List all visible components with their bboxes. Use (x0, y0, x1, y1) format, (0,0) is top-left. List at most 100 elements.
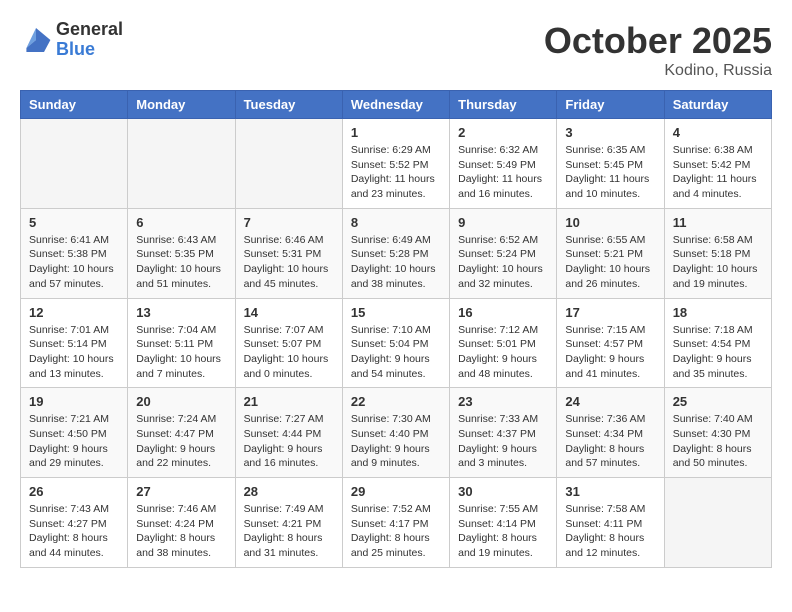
calendar-cell: 29Sunrise: 7:52 AM Sunset: 4:17 PM Dayli… (342, 478, 449, 568)
day-info: Sunrise: 6:58 AM Sunset: 5:18 PM Dayligh… (673, 233, 763, 292)
day-info: Sunrise: 7:24 AM Sunset: 4:47 PM Dayligh… (136, 412, 226, 471)
day-info: Sunrise: 6:49 AM Sunset: 5:28 PM Dayligh… (351, 233, 441, 292)
weekday-header: Saturday (664, 91, 771, 119)
title-block: October 2025 Kodino, Russia (544, 20, 772, 80)
day-info: Sunrise: 6:29 AM Sunset: 5:52 PM Dayligh… (351, 143, 441, 202)
day-info: Sunrise: 7:27 AM Sunset: 4:44 PM Dayligh… (244, 412, 334, 471)
day-number: 17 (565, 305, 655, 320)
day-number: 30 (458, 484, 548, 499)
weekday-header: Thursday (450, 91, 557, 119)
calendar-week-row: 19 Sunrise: 7:21 AM Sunset: 4:50 PM Dayli… (21, 388, 772, 478)
day-info: Sunrise: 7:21 AM Sunset: 4:50 PM Dayligh… (29, 412, 119, 471)
calendar-cell: 14 Sunrise: 7:07 AM Sunset: 5:07 PM Dayli… (235, 298, 342, 388)
calendar-table: SundayMondayTuesdayWednesdayThursdayFrid… (20, 90, 772, 568)
day-number: 25 (673, 394, 763, 409)
day-number: 16 (458, 305, 548, 320)
day-info: Sunrise: 7:36 AM Sunset: 4:34 PM Dayligh… (565, 412, 655, 471)
day-number: 6 (136, 215, 226, 230)
day-info: Sunrise: 7:55 AM Sunset: 4:14 PM Dayligh… (458, 502, 548, 561)
calendar-cell (664, 478, 771, 568)
calendar-cell: 11 Sunrise: 6:58 AM Sunset: 5:18 PM Dayli… (664, 208, 771, 298)
logo-icon (20, 24, 52, 56)
calendar-cell: 24 Sunrise: 7:36 AM Sunset: 4:34 PM Dayli… (557, 388, 664, 478)
day-number: 7 (244, 215, 334, 230)
calendar-cell (235, 119, 342, 209)
day-info: Sunrise: 6:52 AM Sunset: 5:24 PM Dayligh… (458, 233, 548, 292)
day-number: 14 (244, 305, 334, 320)
day-number: 31 (565, 484, 655, 499)
calendar-cell: 22Sunrise: 7:30 AM Sunset: 4:40 PM Dayli… (342, 388, 449, 478)
calendar-cell: 15Sunrise: 7:10 AM Sunset: 5:04 PM Dayli… (342, 298, 449, 388)
day-info: Sunrise: 7:33 AM Sunset: 4:37 PM Dayligh… (458, 412, 548, 471)
calendar-cell: 28 Sunrise: 7:49 AM Sunset: 4:21 PM Dayli… (235, 478, 342, 568)
calendar-cell (128, 119, 235, 209)
day-number: 18 (673, 305, 763, 320)
day-info: Sunrise: 7:01 AM Sunset: 5:14 PM Dayligh… (29, 323, 119, 382)
day-number: 2 (458, 125, 548, 140)
calendar-cell: 16 Sunrise: 7:12 AM Sunset: 5:01 PM Dayli… (450, 298, 557, 388)
weekday-header: Tuesday (235, 91, 342, 119)
weekday-header-row: SundayMondayTuesdayWednesdayThursdayFrid… (21, 91, 772, 119)
logo-general: General (56, 20, 123, 40)
day-number: 11 (673, 215, 763, 230)
calendar-cell: 7Sunrise: 6:46 AM Sunset: 5:31 PM Daylig… (235, 208, 342, 298)
day-number: 10 (565, 215, 655, 230)
calendar-cell: 12 Sunrise: 7:01 AM Sunset: 5:14 PM Dayli… (21, 298, 128, 388)
calendar-cell: 25 Sunrise: 7:40 AM Sunset: 4:30 PM Dayli… (664, 388, 771, 478)
day-number: 26 (29, 484, 119, 499)
day-info: Sunrise: 6:35 AM Sunset: 5:45 PM Dayligh… (565, 143, 655, 202)
calendar-week-row: 5 Sunrise: 6:41 AM Sunset: 5:38 PM Daylig… (21, 208, 772, 298)
calendar-cell: 30 Sunrise: 7:55 AM Sunset: 4:14 PM Dayli… (450, 478, 557, 568)
logo-text: General Blue (56, 20, 123, 60)
day-info: Sunrise: 7:30 AM Sunset: 4:40 PM Dayligh… (351, 412, 441, 471)
day-number: 3 (565, 125, 655, 140)
weekday-header: Sunday (21, 91, 128, 119)
calendar-cell: 2Sunrise: 6:32 AM Sunset: 5:49 PM Daylig… (450, 119, 557, 209)
calendar-cell: 23Sunrise: 7:33 AM Sunset: 4:37 PM Dayli… (450, 388, 557, 478)
location: Kodino, Russia (544, 62, 772, 80)
day-info: Sunrise: 7:12 AM Sunset: 5:01 PM Dayligh… (458, 323, 548, 382)
day-number: 20 (136, 394, 226, 409)
weekday-header: Friday (557, 91, 664, 119)
calendar-cell: 4Sunrise: 6:38 AM Sunset: 5:42 PM Daylig… (664, 119, 771, 209)
calendar-cell: 31 Sunrise: 7:58 AM Sunset: 4:11 PM Dayli… (557, 478, 664, 568)
logo-blue: Blue (56, 40, 123, 60)
weekday-header: Wednesday (342, 91, 449, 119)
day-info: Sunrise: 7:07 AM Sunset: 5:07 PM Dayligh… (244, 323, 334, 382)
day-number: 19 (29, 394, 119, 409)
day-number: 8 (351, 215, 441, 230)
calendar-cell: 6 Sunrise: 6:43 AM Sunset: 5:35 PM Daylig… (128, 208, 235, 298)
day-info: Sunrise: 7:40 AM Sunset: 4:30 PM Dayligh… (673, 412, 763, 471)
calendar-week-row: 1 Sunrise: 6:29 AM Sunset: 5:52 PM Daylig… (21, 119, 772, 209)
day-number: 28 (244, 484, 334, 499)
calendar-cell: 21Sunrise: 7:27 AM Sunset: 4:44 PM Dayli… (235, 388, 342, 478)
day-number: 27 (136, 484, 226, 499)
day-number: 29 (351, 484, 441, 499)
day-number: 5 (29, 215, 119, 230)
day-info: Sunrise: 7:49 AM Sunset: 4:21 PM Dayligh… (244, 502, 334, 561)
calendar-cell: 9 Sunrise: 6:52 AM Sunset: 5:24 PM Daylig… (450, 208, 557, 298)
calendar-cell: 19 Sunrise: 7:21 AM Sunset: 4:50 PM Dayli… (21, 388, 128, 478)
day-number: 9 (458, 215, 548, 230)
calendar-cell (21, 119, 128, 209)
weekday-header: Monday (128, 91, 235, 119)
calendar-cell: 1 Sunrise: 6:29 AM Sunset: 5:52 PM Daylig… (342, 119, 449, 209)
logo: General Blue (20, 20, 123, 60)
day-info: Sunrise: 7:04 AM Sunset: 5:11 PM Dayligh… (136, 323, 226, 382)
calendar-cell: 3 Sunrise: 6:35 AM Sunset: 5:45 PM Daylig… (557, 119, 664, 209)
day-info: Sunrise: 7:58 AM Sunset: 4:11 PM Dayligh… (565, 502, 655, 561)
day-number: 12 (29, 305, 119, 320)
day-info: Sunrise: 7:18 AM Sunset: 4:54 PM Dayligh… (673, 323, 763, 382)
month-title: October 2025 (544, 20, 772, 62)
calendar-week-row: 26Sunrise: 7:43 AM Sunset: 4:27 PM Dayli… (21, 478, 772, 568)
day-number: 24 (565, 394, 655, 409)
day-info: Sunrise: 6:41 AM Sunset: 5:38 PM Dayligh… (29, 233, 119, 292)
page-header: General Blue October 2025 Kodino, Russia (20, 20, 772, 80)
day-number: 13 (136, 305, 226, 320)
day-info: Sunrise: 6:43 AM Sunset: 5:35 PM Dayligh… (136, 233, 226, 292)
day-info: Sunrise: 6:55 AM Sunset: 5:21 PM Dayligh… (565, 233, 655, 292)
day-number: 1 (351, 125, 441, 140)
calendar-cell: 5 Sunrise: 6:41 AM Sunset: 5:38 PM Daylig… (21, 208, 128, 298)
calendar-cell: 20 Sunrise: 7:24 AM Sunset: 4:47 PM Dayli… (128, 388, 235, 478)
day-info: Sunrise: 7:15 AM Sunset: 4:57 PM Dayligh… (565, 323, 655, 382)
